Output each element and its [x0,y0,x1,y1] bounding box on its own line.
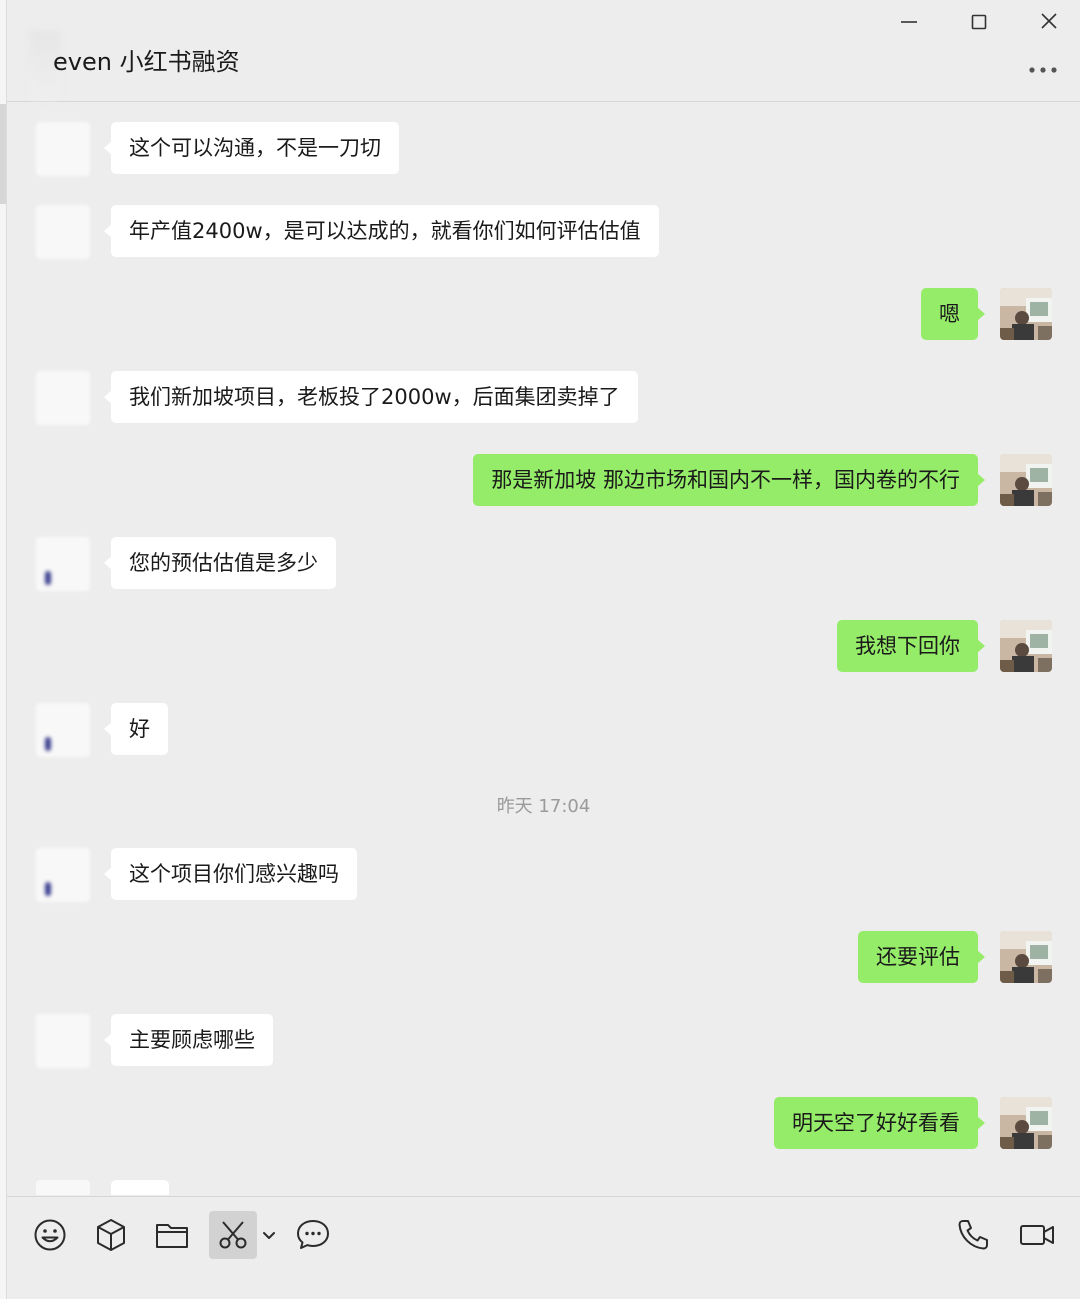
self-avatar[interactable] [1000,454,1052,506]
message-row-incoming: 您的预估估值是多少 [7,537,1080,591]
self-avatar[interactable] [1000,288,1052,340]
message-row-incoming: 年产值2400w，是可以达成的，就看你们如何评估估值 [7,205,1080,259]
message-bubble-incoming[interactable]: 这个可以沟通，不是一刀切 [104,122,399,174]
left-scroll-strip [0,0,7,1299]
message-row-outgoing: 还要评估 [7,931,1080,985]
scrollbar-thumb[interactable] [0,104,6,204]
folder-icon [156,1224,188,1248]
message-row-incoming: 好 [7,703,1080,757]
message-bubble-outgoing[interactable]: 嗯 [921,288,985,340]
minimize-icon [901,21,917,23]
self-avatar[interactable] [1000,931,1052,983]
message-bubble-incoming[interactable]: 好 [104,703,168,755]
message-bubble-outgoing[interactable]: 还要评估 [858,931,985,983]
chat-message-area[interactable]: 这个可以沟通，不是一刀切 年产值2400w，是可以达成的，就看你们如何评估估值 … [7,102,1080,1195]
message-bubble-incoming[interactable]: 主要顾虑哪些 [104,1014,273,1066]
chat-history-button[interactable] [289,1211,337,1259]
message-row-outgoing: 我想下回你 [7,620,1080,674]
message-timestamp: 昨天 17:04 [496,796,591,817]
message-bubble-incoming[interactable]: 年产值2400w，是可以达成的，就看你们如何评估估值 [104,205,659,257]
self-avatar-photo-icon [1000,454,1052,506]
message-bubble-outgoing[interactable]: 我想下回你 [837,620,985,672]
maximize-button[interactable] [959,8,999,36]
message-bubble-outgoing[interactable]: 明天空了好好看看 [774,1097,985,1149]
voice-call-button[interactable] [949,1211,997,1259]
chat-bubble-icon [297,1220,329,1249]
message-row-incoming: 这个可以沟通，不是一刀切 [7,122,1080,176]
chevron-down-icon [263,1232,275,1239]
video-call-button[interactable] [1013,1211,1061,1259]
self-avatar[interactable] [1000,1097,1052,1149]
emoji-button[interactable] [26,1211,74,1259]
more-dots-icon [1029,67,1057,73]
message-bubble-partial [111,1180,169,1195]
emoji-icon [34,1219,66,1251]
close-icon [1041,13,1057,29]
contact-avatar[interactable] [36,703,90,757]
video-icon [1020,1225,1054,1245]
message-bubble-incoming[interactable]: 这个项目你们感兴趣吗 [104,848,357,900]
message-row-incoming: 这个项目你们感兴趣吗 [7,848,1080,902]
contact-avatar[interactable] [36,848,90,902]
message-row-incoming: 我们新加坡项目，老板投了2000w，后面集团卖掉了 [7,371,1080,425]
chat-title: even 小红书融资 [53,48,240,76]
contact-avatar[interactable] [36,205,90,259]
self-avatar[interactable] [1000,620,1052,672]
message-row-outgoing: 那是新加坡 那边市场和国内不一样，国内卷的不行 [7,454,1080,508]
send-file-button[interactable] [148,1211,196,1259]
contact-avatar[interactable] [36,122,90,176]
self-avatar-photo-icon [1000,620,1052,672]
scissors-icon [219,1221,247,1249]
contact-avatar[interactable] [36,371,90,425]
title-bar: even 小红书融资 [7,0,1080,102]
more-options-button[interactable] [1025,60,1061,80]
screenshot-options-dropdown[interactable] [259,1223,279,1247]
input-toolbar [7,1196,1080,1299]
message-bubble-incoming[interactable]: 我们新加坡项目，老板投了2000w，后面集团卖掉了 [104,371,638,423]
contact-avatar-partial [36,1180,90,1195]
self-avatar-photo-icon [1000,288,1052,340]
contact-avatar[interactable] [36,1014,90,1068]
phone-icon [958,1220,988,1250]
favorites-button[interactable] [87,1211,135,1259]
self-avatar-photo-icon [1000,1097,1052,1149]
close-button[interactable] [1029,8,1069,36]
message-row-outgoing: 嗯 [7,288,1080,342]
box-icon [97,1219,125,1251]
minimize-button[interactable] [889,8,929,36]
contact-avatar[interactable] [36,537,90,591]
message-bubble-outgoing[interactable]: 那是新加坡 那边市场和国内不一样，国内卷的不行 [473,454,985,506]
message-row-incoming: 主要顾虑哪些 [7,1014,1080,1068]
message-bubble-incoming[interactable]: 您的预估估值是多少 [104,537,336,589]
self-avatar-photo-icon [1000,931,1052,983]
maximize-icon [971,14,987,30]
screenshot-button[interactable] [209,1211,257,1259]
message-row-outgoing: 明天空了好好看看 [7,1097,1080,1151]
